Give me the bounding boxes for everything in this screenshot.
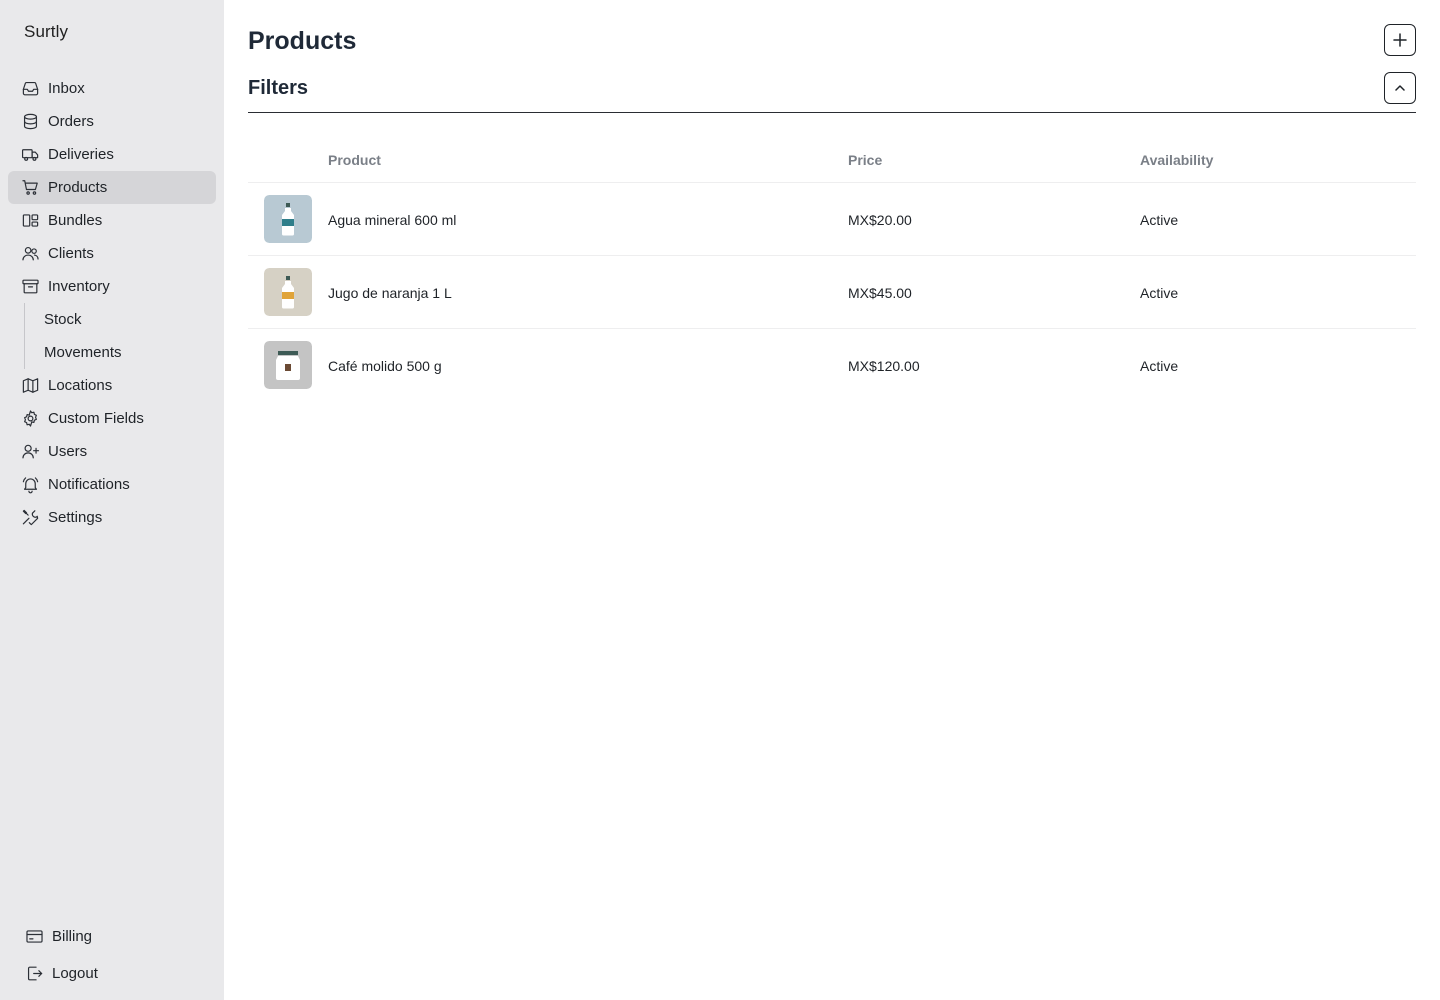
sidebar-item-custom-fields[interactable]: Custom Fields (8, 402, 216, 435)
sidebar-subitem-stock[interactable]: Stock (44, 303, 216, 336)
column-header-product: Product (328, 152, 381, 168)
filters-section: Filters (248, 72, 1416, 113)
sidebar-item-inbox[interactable]: Inbox (8, 72, 216, 105)
sidebar-item-products[interactable]: Products (8, 171, 216, 204)
main-content: Products Filters Product Price Availabil… (248, 0, 1416, 1000)
map-icon (20, 376, 40, 396)
sidebar-subitem-movements[interactable]: Movements (44, 336, 216, 369)
product-availability: Active (1140, 358, 1179, 374)
sidebar-nav: Inbox Orders Deliveries Products Bundles (8, 72, 216, 534)
product-availability: Active (1140, 285, 1179, 301)
sidebar-item-label: Bundles (48, 212, 103, 229)
table-row[interactable]: Café molido 500 g MX$120.00 Active (248, 329, 1416, 402)
user-plus-icon (20, 442, 40, 462)
sidebar-item-logout[interactable]: Logout (16, 957, 216, 990)
inbox-icon (20, 79, 40, 99)
bell-icon (20, 475, 40, 495)
sidebar-item-label: Locations (48, 377, 113, 394)
product-thumbnail (264, 341, 312, 389)
sidebar-item-inventory[interactable]: Inventory (8, 270, 216, 303)
product-price: MX$45.00 (848, 285, 912, 301)
sidebar: Surtly Inbox Orders Deliveries Products (0, 0, 224, 1000)
page-title: Products (248, 27, 357, 55)
sidebar-item-deliveries[interactable]: Deliveries (8, 138, 216, 171)
cog-icon (20, 409, 40, 429)
sidebar-item-bundles[interactable]: Bundles (8, 204, 216, 237)
sidebar-item-notifications[interactable]: Notifications (8, 468, 216, 501)
database-icon (20, 112, 40, 132)
filters-title: Filters (248, 77, 309, 99)
sidebar-item-billing[interactable]: Billing (16, 920, 216, 953)
sidebar-item-locations[interactable]: Locations (8, 369, 216, 402)
credit-card-icon (24, 927, 44, 947)
sidebar-item-label: Products (48, 179, 108, 196)
sidebar-item-label: Inbox (48, 80, 85, 97)
product-name: Café molido 500 g (328, 358, 442, 374)
wrench-icon (20, 508, 40, 528)
sidebar-item-label: Notifications (48, 476, 130, 493)
sidebar-item-label: Deliveries (48, 146, 114, 163)
product-thumbnail (264, 195, 312, 243)
sidebar-item-clients[interactable]: Clients (8, 237, 216, 270)
sidebar-item-label: Logout (52, 965, 98, 982)
sidebar-item-label: Users (48, 443, 88, 460)
products-table: Product Price Availability Agua mineral … (248, 137, 1416, 402)
add-product-button[interactable] (1384, 24, 1416, 56)
product-name: Jugo de naranja 1 L (328, 285, 452, 301)
chevron-up-icon (1395, 85, 1405, 91)
archive-icon (20, 277, 40, 297)
brand-name: Surtly (24, 22, 69, 41)
sidebar-item-users[interactable]: Users (8, 435, 216, 468)
cart-icon (20, 178, 40, 198)
table-row[interactable]: Jugo de naranja 1 L MX$45.00 Active (248, 256, 1416, 329)
plus-icon (1393, 33, 1407, 47)
table-row[interactable]: Agua mineral 600 ml MX$20.00 Active (248, 183, 1416, 256)
product-thumbnail (264, 268, 312, 316)
sidebar-item-settings[interactable]: Settings (8, 501, 216, 534)
table-header: Product Price Availability (248, 137, 1416, 183)
product-price: MX$120.00 (848, 358, 920, 374)
bundles-icon (20, 211, 40, 231)
sidebar-item-label: Inventory (48, 278, 110, 295)
product-availability: Active (1140, 212, 1179, 228)
sidebar-item-label: Custom Fields (48, 410, 144, 427)
logout-icon (24, 964, 44, 984)
product-name: Agua mineral 600 ml (328, 212, 457, 228)
sidebar-item-label: Billing (52, 928, 93, 945)
sidebar-item-label: Orders (48, 113, 94, 130)
users-icon (20, 244, 40, 264)
truck-icon (20, 145, 40, 165)
column-header-price: Price (848, 152, 883, 168)
sidebar-bottom-nav: Billing Logout (16, 920, 216, 990)
sidebar-item-orders[interactable]: Orders (8, 105, 216, 138)
sidebar-item-label: Clients (48, 245, 94, 262)
inventory-submenu: Stock Movements (24, 303, 216, 369)
product-price: MX$20.00 (848, 212, 912, 228)
sidebar-item-label: Settings (48, 509, 103, 526)
collapse-filters-button[interactable] (1384, 72, 1416, 104)
column-header-availability: Availability (1140, 152, 1214, 168)
